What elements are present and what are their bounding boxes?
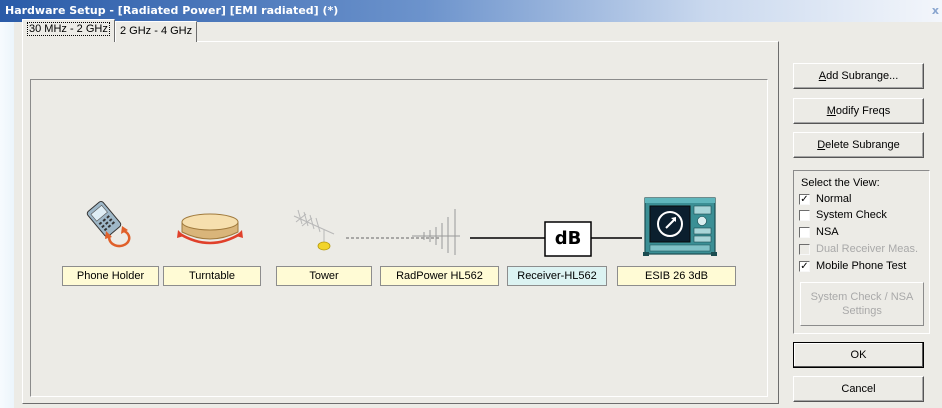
tab-2ghz-4ghz[interactable]: 2 GHz - 4 GHz: [115, 21, 198, 42]
receiver-db-label: dB: [554, 228, 582, 249]
ok-button[interactable]: OK: [793, 342, 924, 368]
add-subrange-button[interactable]: Add Subrange...: [793, 63, 924, 89]
device-label-phone-holder[interactable]: Phone Holder: [62, 266, 159, 286]
checkbox-checked[interactable]: ✓: [799, 261, 810, 272]
checkbox-checked[interactable]: ✓: [799, 194, 810, 205]
device-label-esib[interactable]: ESIB 26 3dB: [617, 266, 736, 286]
option-label: Normal: [816, 193, 852, 205]
option-label: Mobile Phone Test: [816, 260, 907, 272]
tab-label: 30 MHz - 2 GHz: [27, 22, 110, 36]
select-view-title: Select the View:: [801, 177, 880, 189]
view-option-nsa[interactable]: NSA: [799, 226, 839, 239]
analyzer-icon[interactable]: [642, 194, 718, 258]
title-bar: Hardware Setup - [Radiated Power] [EMI r…: [0, 0, 942, 22]
view-option-normal[interactable]: ✓ Normal: [799, 193, 851, 206]
view-option-dual-receiver: Dual Receiver Meas.: [799, 243, 918, 256]
view-option-system-check[interactable]: System Check: [799, 209, 887, 222]
antenna-icon[interactable]: [410, 203, 470, 255]
checkbox-disabled: [799, 244, 810, 255]
view-option-mobile-phone-test[interactable]: ✓ Mobile Phone Test: [799, 260, 906, 273]
tab-30mhz-2ghz[interactable]: 30 MHz - 2 GHz: [22, 19, 115, 42]
phone-holder-icon[interactable]: [80, 197, 132, 249]
option-label: Dual Receiver Meas.: [816, 243, 919, 255]
device-label-tower[interactable]: Tower: [276, 266, 372, 286]
system-check-nsa-settings-button: System Check / NSA Settings: [800, 282, 924, 326]
turntable-icon[interactable]: [176, 212, 244, 252]
modify-freqs-button[interactable]: Modify Freqs: [793, 98, 924, 124]
cancel-button[interactable]: Cancel: [793, 376, 924, 402]
option-label: NSA: [816, 226, 839, 238]
close-icon[interactable]: x: [932, 0, 939, 22]
checkbox[interactable]: [799, 210, 810, 221]
device-label-turntable[interactable]: Turntable: [163, 266, 261, 286]
option-label: System Check: [816, 209, 887, 221]
tower-icon[interactable]: [290, 206, 350, 254]
device-label-receiver[interactable]: Receiver-HL562: [507, 266, 607, 286]
tab-label: 2 GHz - 4 GHz: [120, 25, 193, 37]
window-title: Hardware Setup - [Radiated Power] [EMI r…: [5, 4, 339, 17]
checkbox[interactable]: [799, 227, 810, 238]
delete-subrange-button[interactable]: Delete Subrange: [793, 132, 924, 158]
device-label-radpower[interactable]: RadPower HL562: [380, 266, 499, 286]
